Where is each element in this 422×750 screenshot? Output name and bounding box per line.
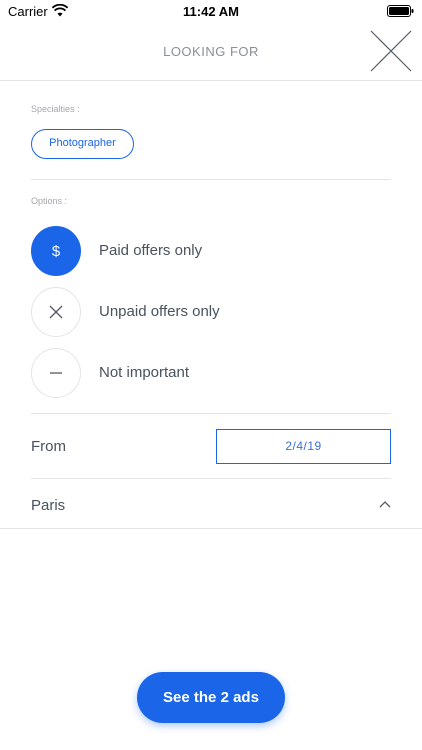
close-icon[interactable] <box>370 30 412 72</box>
option-paid-only[interactable]: $ Paid offers only <box>31 226 391 278</box>
divider <box>31 478 391 479</box>
option-unpaid-only[interactable]: Unpaid offers only <box>31 287 391 339</box>
option-not-important-circle[interactable] <box>31 348 81 398</box>
divider <box>0 528 422 529</box>
see-ads-button[interactable]: See the 2 ads <box>137 672 285 723</box>
options-label: Options : <box>31 196 68 206</box>
from-label: From <box>31 438 66 455</box>
option-not-important-label: Not important <box>99 364 190 381</box>
option-not-important[interactable]: Not important <box>31 348 391 400</box>
option-paid-label: Paid offers only <box>99 242 203 259</box>
divider <box>31 413 391 414</box>
status-bar: Carrier 11:42 AM <box>0 0 422 24</box>
dollar-icon: $ <box>51 242 61 260</box>
page-title: LOOKING FOR <box>163 44 259 59</box>
option-unpaid-circle[interactable] <box>31 287 81 337</box>
header: LOOKING FOR <box>0 24 422 81</box>
specialty-chip-photographer[interactable]: Photographer <box>31 129 134 159</box>
city-label: Paris <box>31 497 66 514</box>
option-unpaid-label: Unpaid offers only <box>99 303 220 320</box>
specialties-label: Specialties : <box>31 104 80 114</box>
chevron-up-icon[interactable] <box>379 500 391 508</box>
location-selector[interactable]: Paris <box>31 488 391 524</box>
clock-time: 11:42 AM <box>183 4 239 19</box>
from-date-field[interactable]: 2/4/19 <box>216 429 391 464</box>
battery-icon <box>387 5 414 17</box>
option-paid-circle[interactable]: $ <box>31 226 81 276</box>
minus-icon <box>50 372 62 374</box>
cross-icon <box>49 305 63 319</box>
divider <box>31 179 391 180</box>
